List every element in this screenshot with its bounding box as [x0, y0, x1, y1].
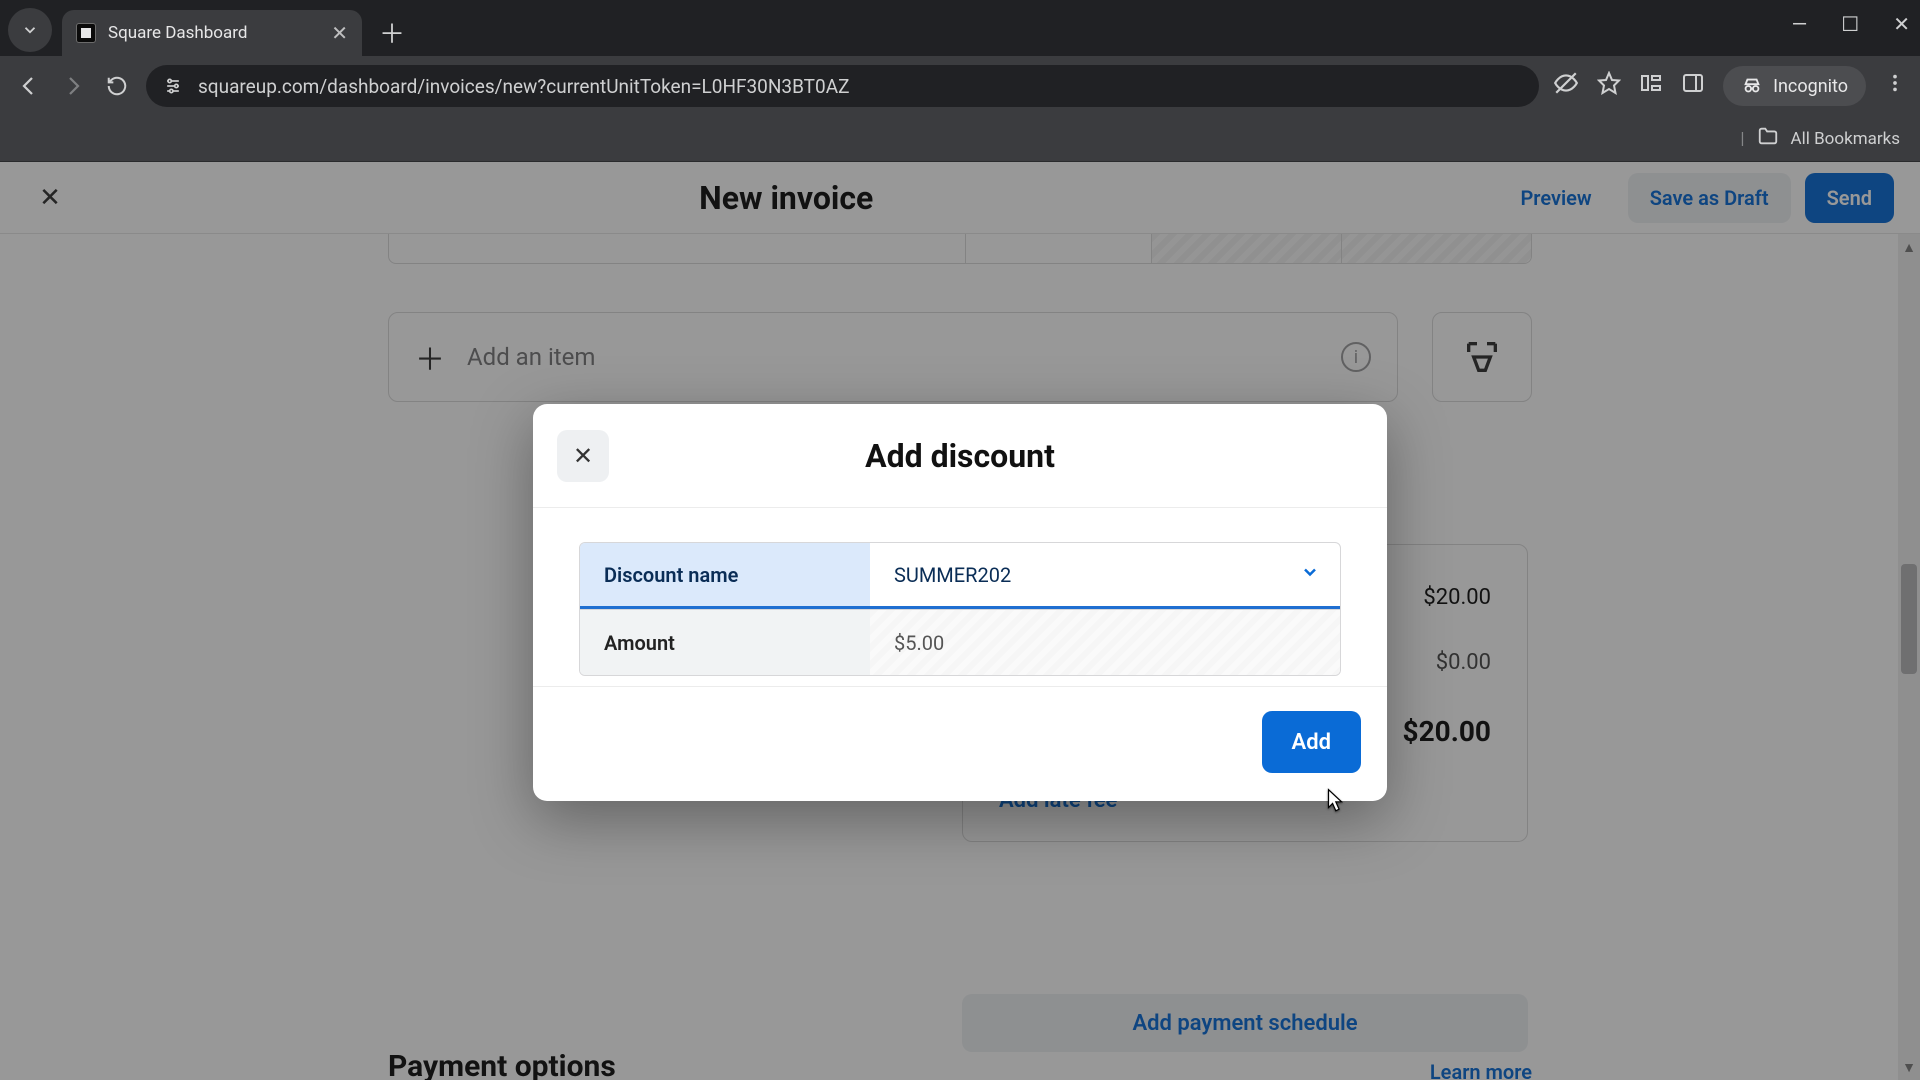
address-bar[interactable]: squareup.com/dashboard/invoices/new?curr…: [146, 65, 1539, 107]
incognito-indicator[interactable]: Incognito: [1723, 66, 1866, 106]
discount-name-field[interactable]: Discount name SUMMER202: [580, 543, 1340, 609]
tab-title: Square Dashboard: [108, 23, 247, 43]
window-close-icon[interactable]: ✕: [1893, 12, 1910, 36]
chevron-down-icon[interactable]: [1300, 562, 1320, 587]
browser-tabstrip: Square Dashboard ✕ ＋ ― ☐ ✕: [0, 0, 1920, 56]
app-viewport: ✕ New invoice Preview Save as Draft Send…: [0, 162, 1920, 1080]
browser-menu-icon[interactable]: [1884, 72, 1906, 100]
nav-forward-icon: [58, 74, 88, 98]
nav-reload-icon[interactable]: [102, 75, 132, 97]
window-minimize-icon[interactable]: ―: [1792, 12, 1808, 36]
tab-search-button[interactable]: [8, 8, 52, 52]
all-bookmarks-link[interactable]: All Bookmarks: [1791, 129, 1900, 149]
bookmark-star-icon[interactable]: [1597, 71, 1621, 101]
incognito-label: Incognito: [1773, 76, 1848, 97]
window-maximize-icon[interactable]: ☐: [1841, 12, 1859, 36]
tab-favicon: [76, 23, 96, 43]
browser-toolbar: squareup.com/dashboard/invoices/new?curr…: [0, 56, 1920, 116]
modal-close-button[interactable]: ✕: [557, 430, 609, 482]
eye-off-icon[interactable]: [1553, 70, 1579, 102]
bookmarks-bar: | All Bookmarks: [0, 116, 1920, 162]
site-settings-icon[interactable]: [162, 75, 184, 97]
browser-tab-active[interactable]: Square Dashboard ✕: [62, 10, 362, 56]
bookmarks-divider: |: [1740, 129, 1744, 149]
amount-value: $5.00: [894, 631, 944, 655]
window-controls: ― ☐ ✕: [1792, 12, 1910, 36]
folder-icon: [1757, 125, 1779, 152]
side-panel-icon[interactable]: [1681, 71, 1705, 101]
new-tab-button[interactable]: ＋: [372, 12, 412, 52]
discount-name-value: SUMMER202: [894, 563, 1011, 587]
modal-title: Add discount: [609, 437, 1311, 475]
address-url: squareup.com/dashboard/invoices/new?curr…: [198, 75, 849, 98]
nav-back-icon[interactable]: [14, 74, 44, 98]
discount-name-label: Discount name: [580, 543, 870, 609]
media-controls-icon[interactable]: [1639, 71, 1663, 101]
add-discount-modal: ✕ Add discount Discount name SUMMER202: [533, 404, 1387, 801]
amount-field: Amount $5.00: [580, 609, 1340, 675]
tab-close-icon[interactable]: ✕: [331, 21, 348, 45]
modal-add-button[interactable]: Add: [1262, 711, 1361, 773]
amount-label: Amount: [580, 610, 870, 675]
